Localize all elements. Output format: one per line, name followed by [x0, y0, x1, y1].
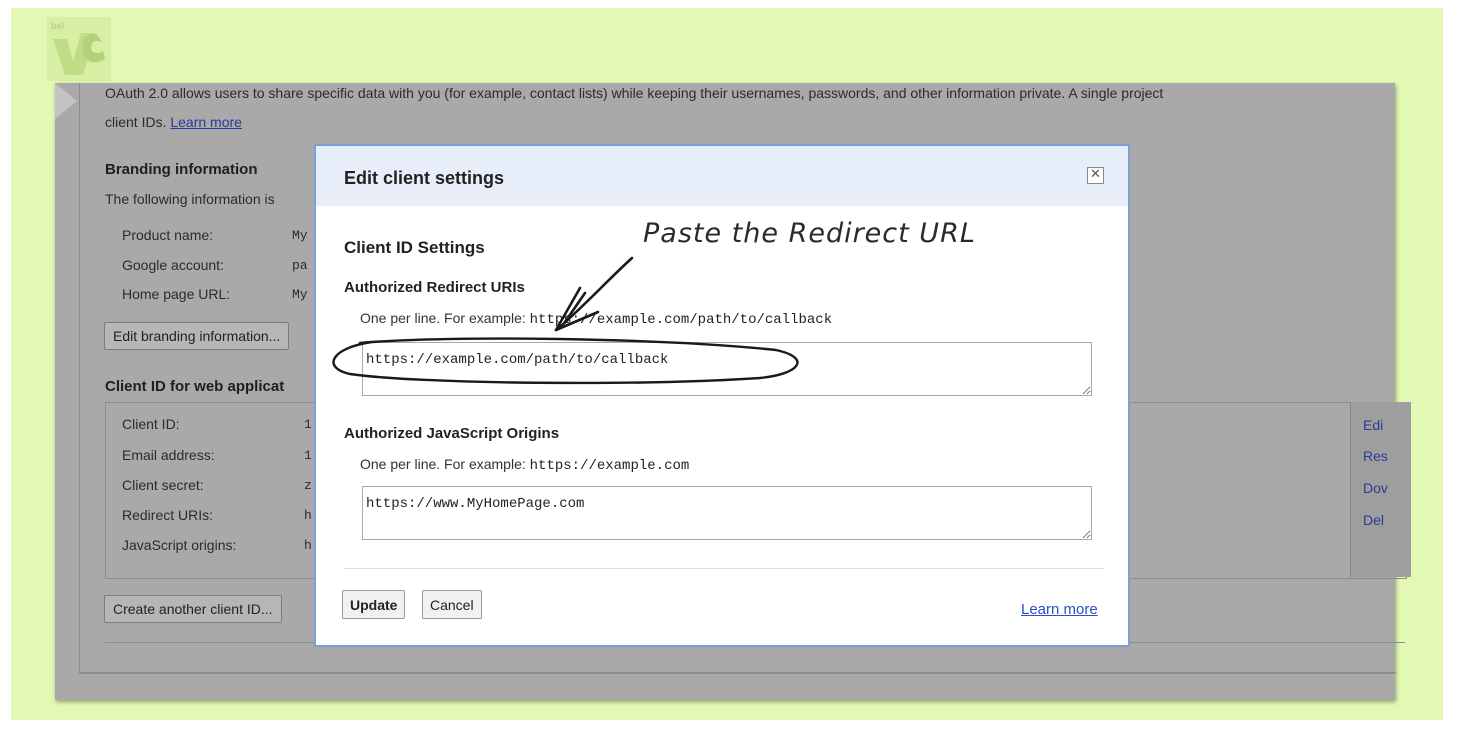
client-section-title: Client ID for web applicat	[105, 378, 285, 395]
javascript-origins-label: Authorized JavaScript Origins	[344, 425, 560, 442]
branding-title: Branding information	[105, 161, 258, 178]
download-json-link[interactable]: Dov	[1363, 480, 1388, 496]
dialog-header: Edit client settings ✕	[316, 146, 1128, 206]
client-label-email: Email address:	[122, 447, 215, 463]
delete-link[interactable]: Del	[1363, 512, 1384, 528]
dialog-divider	[344, 568, 1104, 569]
branding-value-homepage: My	[292, 287, 308, 302]
client-value-origins: h	[304, 538, 312, 553]
intro-text-line2: client IDs. Learn more	[105, 114, 242, 130]
intro-learn-more-link[interactable]: Learn more	[170, 114, 242, 130]
reset-secret-link[interactable]: Res	[1363, 448, 1388, 464]
create-client-id-button[interactable]: Create another client ID...	[104, 595, 282, 623]
panel-bottom-border	[80, 672, 1396, 673]
client-value-id: 1	[304, 417, 312, 432]
svg-text:bel: bel	[51, 21, 64, 31]
client-label-secret: Client secret:	[122, 477, 204, 493]
collapse-arrow-icon[interactable]	[55, 83, 77, 119]
cancel-button[interactable]: Cancel	[422, 590, 482, 619]
client-value-secret: z	[304, 478, 312, 493]
branding-label-product: Product name:	[122, 227, 214, 243]
brand-logo: bel	[47, 17, 111, 81]
client-value-redirect: h	[304, 508, 312, 523]
close-icon[interactable]: ✕	[1087, 167, 1104, 184]
client-id-settings-title: Client ID Settings	[344, 238, 485, 257]
client-label-redirect: Redirect URIs:	[122, 507, 214, 523]
branding-desc: The following information is	[105, 191, 275, 207]
redirect-uris-example: https://example.com/path/to/callback	[529, 312, 833, 328]
dialog-title: Edit client settings	[344, 168, 505, 188]
client-actions-column: Edi Res Dov Del	[1350, 402, 1411, 577]
annotation-text: Paste the Redirect URL	[643, 218, 976, 249]
javascript-origins-example: https://example.com	[529, 458, 690, 474]
branding-label-account: Google account:	[122, 257, 224, 273]
client-label-origins: JavaScript origins:	[122, 537, 237, 553]
branding-value-account: pa	[292, 258, 308, 273]
edit-settings-link[interactable]: Edi	[1363, 417, 1383, 433]
javascript-origins-textarea[interactable]: https://www.MyHomePage.com	[362, 486, 1092, 540]
redirect-uris-label: Authorized Redirect URIs	[344, 279, 525, 296]
branding-label-homepage: Home page URL:	[122, 286, 231, 302]
javascript-origins-hint: One per line. For example: https://examp…	[360, 456, 690, 474]
edit-branding-button[interactable]: Edit branding information...	[104, 322, 290, 350]
redirect-uris-textarea[interactable]: https://example.com/path/to/callback	[362, 342, 1092, 396]
branding-value-product: My	[292, 228, 308, 243]
client-label-id: Client ID:	[122, 416, 180, 432]
update-button[interactable]: Update	[342, 590, 406, 619]
client-value-email: 1	[304, 448, 312, 463]
redirect-uris-hint: One per line. For example: https://examp…	[360, 310, 833, 328]
intro-text: OAuth 2.0 allows users to share specific…	[105, 85, 1164, 101]
dialog-learn-more-link[interactable]: Learn more	[1021, 601, 1098, 618]
